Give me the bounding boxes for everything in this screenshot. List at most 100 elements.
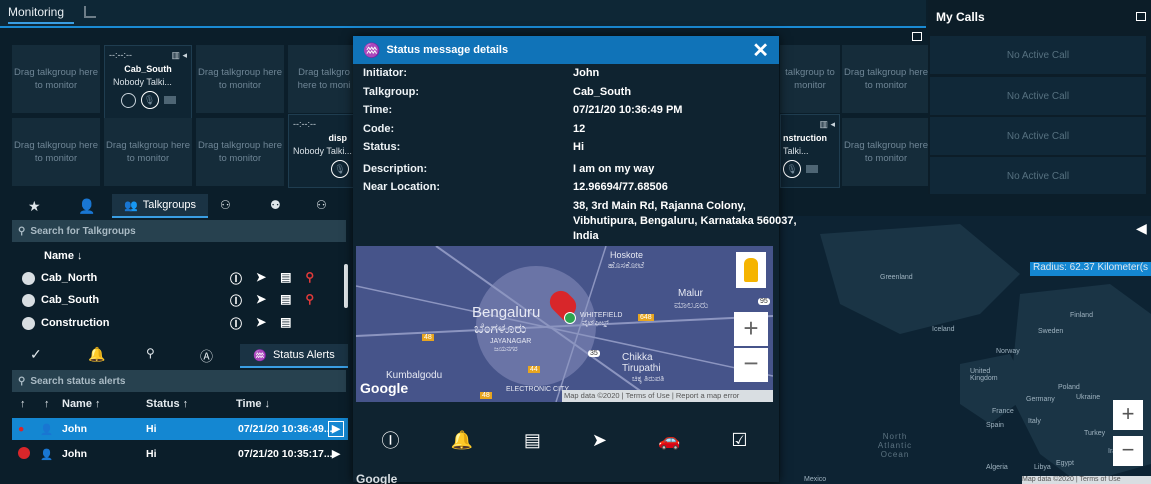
expand-icon[interactable] bbox=[84, 6, 96, 18]
alert-icon: ● bbox=[18, 423, 25, 435]
monitor-tile-construction[interactable]: ▥ ◂ nstruction Talki... 🎙 bbox=[780, 114, 840, 188]
status-alert-row[interactable]: ● 👤 John Hi 07/21/20 10:36:49... ▶ bbox=[12, 418, 348, 440]
alert-bell-icon[interactable]: 🔔 bbox=[88, 346, 105, 363]
alert-bell-icon[interactable]: 🔔 bbox=[450, 430, 472, 451]
monitor-slot[interactable]: Drag talkgro here to moni bbox=[288, 45, 354, 113]
monitor-slot[interactable]: Drag talkgroup here to monitor bbox=[12, 118, 100, 186]
ptt-mic-icon[interactable]: 🎙 bbox=[331, 160, 349, 178]
group-download-icon[interactable]: ⚇ bbox=[316, 198, 327, 212]
car-icon[interactable]: 🚗 bbox=[658, 430, 680, 451]
status-pulse-icon: ♒ bbox=[253, 349, 267, 362]
alert-name: John bbox=[62, 423, 88, 435]
emergency-icon[interactable]: Ⓐ bbox=[200, 346, 213, 365]
location-map[interactable]: Hoskote ಹೊಸಕೋಟೆ Bengaluru ಬೆಂಗಳೂರು WHITE… bbox=[356, 246, 773, 402]
monitor-slot[interactable]: Drag talkgroup here to monitor bbox=[12, 45, 100, 113]
ptt-mic-icon[interactable]: 🎙 bbox=[783, 160, 801, 178]
collapse-arrow-icon[interactable]: ◀ bbox=[1136, 220, 1147, 237]
report-error-link[interactable]: Report a map error bbox=[676, 391, 739, 400]
map-pin-icon[interactable]: ⚲ bbox=[305, 292, 314, 309]
talkgroup-search-input[interactable]: ⚲ Search for Talkgroups bbox=[12, 220, 346, 242]
slot-text: Drag talkgroup here to monitor bbox=[198, 67, 282, 91]
map-pin-icon[interactable]: ⚲ bbox=[305, 270, 314, 287]
scrollbar[interactable] bbox=[344, 264, 348, 308]
message-icon[interactable]: ▤ bbox=[280, 292, 291, 309]
close-icon[interactable]: ✕ bbox=[752, 38, 769, 63]
column-header-status[interactable]: Status ↑ bbox=[146, 398, 188, 410]
talkgroup-row[interactable]: Construction Ⓘ ➤ ▤ bbox=[12, 312, 346, 334]
talkgroup-row[interactable]: Cab_North Ⓘ ➤ ▤ ⚲ bbox=[12, 267, 346, 289]
ocean-label: North Atlantic Ocean bbox=[877, 432, 913, 459]
grid-layout-icon[interactable] bbox=[1136, 12, 1146, 21]
zoom-out-button[interactable]: − bbox=[734, 348, 768, 382]
my-calls-title: My Calls bbox=[936, 10, 985, 24]
location-arrow-icon[interactable]: ➤ bbox=[592, 430, 607, 451]
field-label: Time: bbox=[363, 104, 393, 116]
location-arrow-icon[interactable]: ➤ bbox=[256, 315, 266, 332]
ptt-mic-icon[interactable]: 🎙 bbox=[140, 91, 159, 109]
patch-icon[interactable] bbox=[120, 92, 136, 108]
monitor-slot[interactable]: Drag talkgroup here to monitor bbox=[196, 118, 284, 186]
group-users-icon[interactable]: ⚉ bbox=[270, 198, 281, 212]
zoom-in-button[interactable]: + bbox=[734, 312, 768, 346]
tile-status: Nobody Talki... bbox=[113, 77, 172, 87]
monitor-slot[interactable]: Drag talkgroup here to monitor bbox=[104, 118, 192, 186]
talkgroup-name: Cab_South bbox=[41, 294, 100, 306]
open-details-button[interactable]: ▶ bbox=[328, 421, 344, 437]
tile-menu-icon[interactable]: ▥ ◂ bbox=[171, 49, 187, 62]
video-icon[interactable] bbox=[163, 96, 176, 104]
world-map[interactable]: Greenland Iceland Sweden Finland Norway … bbox=[780, 194, 1151, 484]
map-label: ಜಯನಗರ bbox=[494, 346, 518, 353]
monitor-slot[interactable]: Drag talkgroup here to monitor bbox=[842, 45, 930, 113]
column-header-time[interactable]: Time ↓ bbox=[236, 398, 270, 410]
terms-link[interactable]: Terms of Use bbox=[626, 391, 670, 400]
talkgroup-avatar-icon bbox=[22, 271, 35, 285]
column-header-name[interactable]: Name ↑ bbox=[62, 398, 101, 410]
monitoring-tab-underline bbox=[8, 22, 74, 24]
monitor-tile-disp[interactable]: --:--:-- disp Nobody Talki... 🎙 bbox=[288, 114, 354, 188]
tab-talkgroups[interactable]: 👥 Talkgroups bbox=[112, 194, 208, 218]
monitor-slot[interactable]: talkgroup to monitor bbox=[780, 45, 840, 113]
check-tab-icon[interactable]: ✓ bbox=[30, 346, 42, 363]
sort-arrow-icon[interactable]: ↑ bbox=[20, 398, 26, 410]
map-label: Egypt bbox=[1056, 460, 1074, 467]
map-label: Spain bbox=[986, 422, 1004, 429]
ptt-icon[interactable]: Ⓘ bbox=[230, 315, 242, 332]
map-label: Greenland bbox=[880, 274, 913, 281]
tab-status-alerts[interactable]: ♒ Status Alerts bbox=[240, 344, 348, 368]
tile-menu-icon[interactable]: ▥ ◂ bbox=[819, 118, 835, 131]
talkgroup-row[interactable]: Cab_South Ⓘ ➤ ▤ ⚲ bbox=[12, 289, 346, 311]
geofence-icon[interactable]: ⚲ bbox=[146, 346, 155, 360]
terms-link[interactable]: Terms of Use bbox=[1079, 476, 1120, 483]
message-icon[interactable]: ▤ bbox=[280, 315, 291, 332]
status-search-input[interactable]: ⚲ Search status alerts bbox=[12, 370, 346, 392]
street-view-pegman-icon[interactable] bbox=[736, 252, 766, 288]
checkbox-icon[interactable]: ☑ bbox=[731, 430, 747, 451]
video-icon[interactable] bbox=[806, 165, 818, 173]
monitor-slot[interactable]: Drag talkgroup here to monitor bbox=[842, 118, 930, 186]
map-toolbar bbox=[780, 194, 1151, 216]
ptt-icon[interactable]: Ⓘ bbox=[230, 292, 242, 309]
monitor-slot[interactable]: Drag talkgroup here to monitor bbox=[196, 45, 284, 113]
field-value: Cab_South bbox=[573, 86, 632, 98]
location-arrow-icon[interactable]: ➤ bbox=[256, 270, 266, 287]
favorites-star-icon[interactable]: ★ bbox=[28, 198, 41, 215]
monitor-tile-cab-south[interactable]: --:--:-- ▥ ◂ Cab_South Nobody Talki... 🎙 bbox=[104, 45, 192, 119]
open-details-button[interactable]: ▶ bbox=[332, 448, 340, 460]
location-arrow-icon[interactable]: ➤ bbox=[256, 292, 266, 309]
group-scan-icon[interactable]: ⚇ bbox=[220, 198, 231, 212]
sort-arrow-icon[interactable]: ↑ bbox=[44, 398, 50, 410]
message-icon[interactable]: ▤ bbox=[524, 430, 541, 451]
call-slot: No Active Call bbox=[930, 77, 1146, 115]
ptt-icon[interactable]: Ⓘ bbox=[381, 427, 399, 453]
contacts-icon[interactable]: 👤 bbox=[78, 198, 95, 215]
ptt-icon[interactable]: Ⓘ bbox=[230, 270, 242, 287]
column-header-name[interactable]: Name ↓ bbox=[44, 250, 83, 262]
zoom-in-button[interactable]: + bbox=[1113, 400, 1143, 430]
map-label: Mexico bbox=[804, 476, 827, 483]
message-icon[interactable]: ▤ bbox=[280, 270, 291, 287]
status-alert-row[interactable]: 👤 John Hi 07/21/20 10:35:17... ▶ bbox=[12, 443, 348, 465]
grid-layout-icon[interactable] bbox=[912, 32, 922, 41]
call-slot: No Active Call bbox=[930, 157, 1146, 195]
zoom-out-button[interactable]: − bbox=[1113, 436, 1143, 466]
talkgroup-name: Construction bbox=[41, 317, 110, 329]
